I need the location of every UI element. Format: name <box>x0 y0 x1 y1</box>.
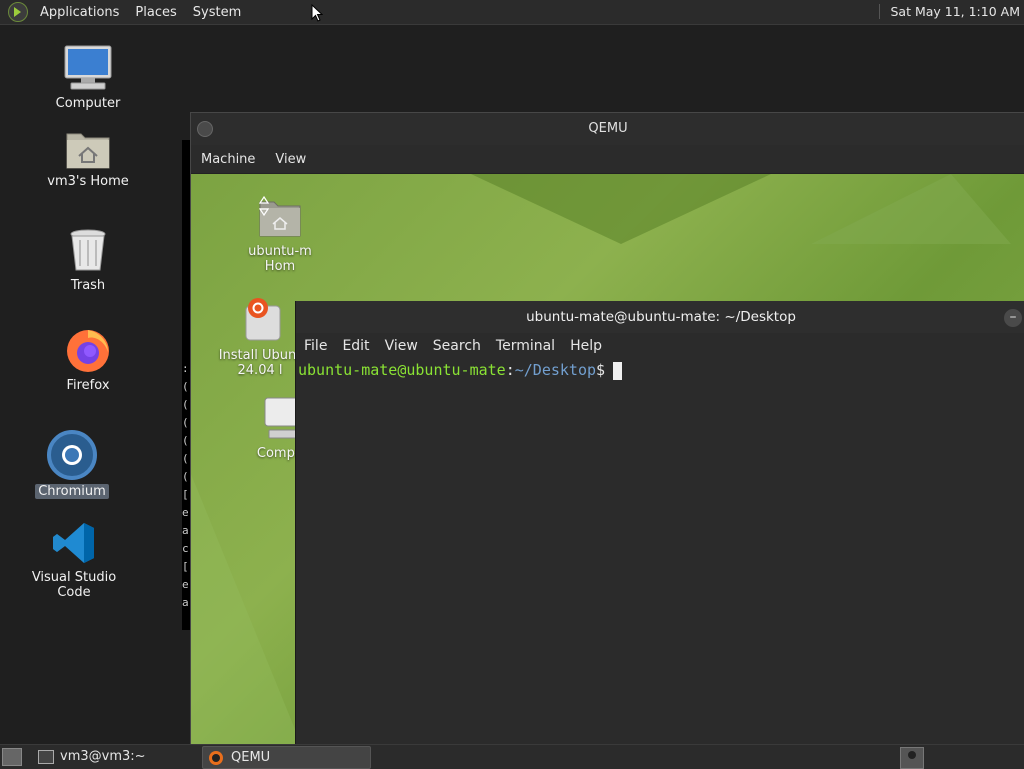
workspace-switcher-icon[interactable] <box>900 747 924 769</box>
qemu-menu-view[interactable]: View <box>265 152 316 167</box>
terminal-menu-search[interactable]: Search <box>427 338 490 354</box>
desktop-icon-label: Chromium <box>35 484 109 499</box>
task-label: vm3@vm3:~ <box>60 749 146 764</box>
desktop-icon-firefox[interactable]: Firefox <box>33 326 143 393</box>
guest-display[interactable]: ubuntu-m Hom Install Ubunt 24.04 l Compu… <box>191 174 1024 746</box>
desktop-icon-label: Visual Studio Code <box>31 570 117 600</box>
terminal-title: ubuntu-mate@ubuntu-mate: ~/Desktop <box>526 309 796 325</box>
minimize-icon[interactable]: – <box>1004 309 1022 327</box>
terminal-menu-edit[interactable]: Edit <box>336 338 378 354</box>
firefox-icon <box>67 330 109 372</box>
terminal-titlebar[interactable]: ubuntu-mate@ubuntu-mate: ~/Desktop – <box>296 301 1024 333</box>
desktop-icon-label: Firefox <box>66 378 110 393</box>
guest-icon-home[interactable]: ubuntu-m Hom <box>225 196 335 274</box>
window-close-icon[interactable] <box>197 121 213 137</box>
guest-icon-label-1: ubuntu-m <box>248 244 312 259</box>
terminal-menubar: File Edit View Search Terminal Help <box>296 333 1024 359</box>
prompt-colon: : <box>505 361 515 379</box>
top-panel: Applications Places System Sat May 11, 1… <box>0 0 1024 25</box>
qemu-menubar: Machine View <box>191 145 1024 174</box>
taskbar-item-qemu[interactable]: QEMU <box>202 746 371 769</box>
desktop-icon-trash[interactable]: Trash <box>33 228 143 293</box>
trash-icon <box>70 229 106 271</box>
taskbar-item-terminal[interactable]: vm3@vm3:~ <box>30 746 200 767</box>
qemu-icon <box>209 750 223 765</box>
desktop-icon-label: Computer <box>55 96 121 111</box>
desktop-icon-computer[interactable]: Computer <box>33 44 143 111</box>
terminal-window[interactable]: ubuntu-mate@ubuntu-mate: ~/Desktop – Fil… <box>295 301 1024 746</box>
qemu-window-title: QEMU <box>588 121 628 136</box>
terminal-menu-view[interactable]: View <box>379 338 427 354</box>
mate-menu-icon[interactable] <box>8 2 28 22</box>
home-folder-icon <box>66 133 110 169</box>
terminal-menu-file[interactable]: File <box>298 338 336 354</box>
prompt-path: ~/Desktop <box>514 361 597 379</box>
desktop-icon-label: vm3's Home <box>47 174 129 189</box>
qemu-window: QEMU Machine View ubuntu-m Hom Install U… <box>190 112 1024 747</box>
desktop-icon-chromium[interactable]: Chromium <box>17 430 127 499</box>
panel-clock[interactable]: Sat May 11, 1:10 AM <box>879 4 1020 19</box>
installer-icon <box>245 298 281 341</box>
text-cursor <box>613 361 623 380</box>
chromium-icon <box>47 430 97 480</box>
qemu-titlebar[interactable]: QEMU <box>191 113 1024 145</box>
prompt-user-host: ubuntu-mate@ubuntu-mate <box>298 361 506 379</box>
desktop-icon-label: Trash <box>70 278 106 293</box>
terminal-menu-help[interactable]: Help <box>564 338 611 354</box>
show-desktop-icon[interactable] <box>2 748 22 766</box>
qemu-menu-machine[interactable]: Machine <box>191 152 265 167</box>
system-menu[interactable]: System <box>185 5 249 20</box>
places-menu[interactable]: Places <box>127 5 184 20</box>
desktop-icon-vscode[interactable]: Visual Studio Code <box>19 520 129 600</box>
prompt-symbol: $ <box>596 361 606 379</box>
bottom-panel: vm3@vm3:~ QEMU <box>0 744 1024 769</box>
mouse-pointer-icon <box>311 4 323 22</box>
applications-menu[interactable]: Applications <box>32 5 127 20</box>
vscode-icon <box>53 523 94 563</box>
terminal-menu-terminal[interactable]: Terminal <box>490 338 564 354</box>
terminal-content[interactable]: ubuntu-mate@ubuntu-mate:~/Desktop$ <box>296 359 1024 380</box>
computer-icon <box>64 45 112 90</box>
terminal-icon <box>38 749 54 764</box>
sort-arrows-icon <box>259 196 269 216</box>
task-label: QEMU <box>231 750 271 765</box>
desktop-icon-home[interactable]: vm3's Home <box>33 128 143 189</box>
guest-icon-label-2: Hom <box>264 259 296 274</box>
